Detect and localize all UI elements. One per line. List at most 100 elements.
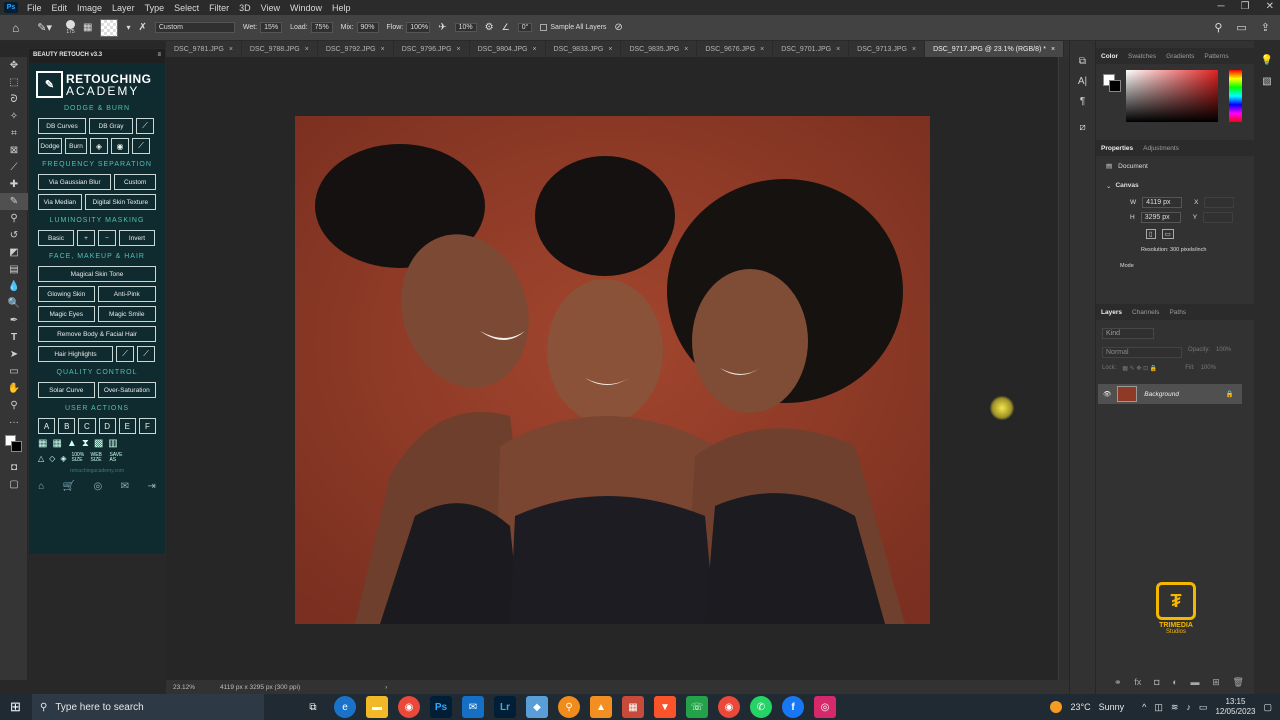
instagram-icon[interactable]: ◎ — [814, 696, 836, 718]
status-chevron-icon[interactable]: › — [385, 684, 387, 691]
mountain-icon[interactable]: ▲ — [67, 438, 77, 449]
eraser-tool-icon[interactable]: ◩ — [0, 244, 28, 261]
home-icon[interactable]: ⌂ — [12, 21, 19, 35]
vlc-icon[interactable]: ▲ — [590, 696, 612, 718]
pressure-icon[interactable]: ⊘ — [614, 22, 622, 33]
clean-brush-icon[interactable]: ✗ — [138, 22, 146, 33]
tab-patterns[interactable]: Patterns — [1199, 53, 1233, 60]
dodge-tool-icon[interactable]: 🔍 — [0, 295, 28, 312]
background-color[interactable] — [11, 441, 22, 452]
eyedropper-tool-icon[interactable]: ⟋ — [0, 159, 28, 176]
hair-highlights-button[interactable]: Hair Highlights — [38, 346, 113, 362]
brush-settings-icon[interactable]: ⧄ — [1070, 117, 1095, 137]
menu-file[interactable]: File — [22, 3, 47, 13]
fill-field[interactable]: 100% — [1201, 365, 1216, 372]
zoom-level[interactable]: 23.12% — [173, 684, 195, 691]
task-view-icon[interactable]: ⧉ — [302, 696, 324, 718]
vertical-scrollbar[interactable] — [1058, 57, 1069, 680]
cart-icon[interactable]: 🛒 — [63, 481, 75, 492]
hue-slider[interactable] — [1229, 70, 1242, 122]
diamond-icon[interactable]: ◇ — [49, 454, 55, 463]
tab-channels[interactable]: Channels — [1127, 309, 1164, 316]
marquee-tool-icon[interactable]: ⬚ — [0, 74, 28, 91]
layer-filter-kind[interactable]: Kind — [1102, 328, 1154, 339]
academy-url[interactable]: retouchingacademy.com — [29, 468, 165, 474]
via-gaussian-blur-button[interactable]: Via Gaussian Blur — [38, 174, 112, 190]
smoothing-field[interactable]: 10% — [454, 23, 477, 32]
db-curves-button[interactable]: DB Curves — [38, 118, 86, 134]
more-tools-icon[interactable]: ··· — [0, 414, 28, 431]
quick-select-tool-icon[interactable]: ✧ — [0, 108, 28, 125]
tab-document[interactable]: DSC_9713.JPG × — [849, 41, 926, 57]
share-icon[interactable]: ⇪ — [1261, 21, 1270, 34]
close-tab-icon[interactable]: × — [1051, 46, 1055, 53]
whatsapp-icon[interactable]: ✆ — [750, 696, 772, 718]
menu-type[interactable]: Type — [140, 3, 170, 13]
layers-stack-icon[interactable]: ◈ — [60, 454, 66, 463]
user-action-c[interactable]: C — [78, 418, 96, 434]
layer-row-background[interactable]: 👁 Background 🔒 — [1098, 384, 1242, 404]
save-as-button[interactable]: SAVE AS — [109, 453, 123, 463]
network-icon[interactable]: ◫ — [1154, 702, 1163, 713]
user-action-e[interactable]: E — [118, 418, 136, 434]
glowing-skin-button[interactable]: Glowing Skin — [38, 286, 95, 302]
tab-color[interactable]: Color — [1096, 53, 1123, 60]
tab-gradients[interactable]: Gradients — [1161, 53, 1199, 60]
windows-start-icon[interactable]: ⊞ — [10, 699, 21, 715]
weather-sun-icon[interactable] — [1050, 701, 1063, 713]
user-action-b[interactable]: B — [58, 418, 76, 434]
tab-swatches[interactable]: Swatches — [1123, 53, 1161, 60]
flow-control[interactable]: Flow: 100% — [387, 22, 431, 33]
move-tool-icon[interactable]: ✥ — [0, 57, 28, 74]
path-select-tool-icon[interactable]: ➤ — [0, 346, 28, 363]
flow-field[interactable]: 100% — [406, 22, 431, 33]
brush-tool-icon[interactable]: ✎ — [0, 193, 28, 210]
tab-document-active[interactable]: DSC_9717.JPG @ 23.1% (RGB/8) * × — [925, 41, 1065, 57]
brush-settings-icon[interactable]: ▦ — [83, 22, 92, 33]
load-swatch[interactable] — [100, 18, 119, 37]
sample-all-layers[interactable]: Sample All Layers — [540, 24, 606, 31]
color-picker-field[interactable] — [1126, 70, 1218, 122]
document-canvas-image[interactable] — [295, 116, 930, 624]
sample-all-layers-checkbox[interactable] — [540, 24, 548, 31]
x-field[interactable] — [1204, 197, 1235, 208]
crop-tool-icon[interactable]: ⌗ — [0, 125, 28, 142]
trash-icon[interactable]: 🗑 — [1232, 677, 1243, 688]
close-tab-icon[interactable]: × — [457, 46, 461, 53]
mixer-brush-icon[interactable]: ✎▾ — [37, 21, 52, 34]
screen-mode-icon[interactable]: ▢ — [0, 476, 28, 493]
file-explorer-icon[interactable]: ▬ — [366, 696, 388, 718]
brush-icon[interactable]: ⟋ — [136, 118, 154, 134]
exit-icon[interactable]: ⇥ — [147, 481, 155, 492]
quick-mask-icon[interactable]: ◘ — [0, 459, 28, 476]
wet-control[interactable]: Wet: 15% — [243, 22, 283, 33]
edge-icon[interactable]: e — [334, 696, 356, 718]
user-action-d[interactable]: D — [98, 418, 116, 434]
libraries-icon[interactable]: ▧ — [1254, 76, 1280, 87]
brush-icon[interactable]: ⟋ — [137, 346, 155, 362]
facebook-icon[interactable]: f — [782, 696, 804, 718]
color-swatches-icon[interactable] — [0, 431, 28, 459]
digital-skin-texture-button[interactable]: Digital Skin Texture — [84, 194, 156, 210]
folder-icon[interactable]: ▬ — [1190, 677, 1199, 688]
magical-skin-tone-button[interactable]: Magical Skin Tone — [38, 266, 156, 282]
brush-preset-picker[interactable]: 175 — [66, 20, 75, 35]
layers-icon[interactable]: ◈ — [90, 138, 108, 154]
lock-icons[interactable]: ▦ ✎ ✥ ⊡ 🔒 — [1122, 365, 1157, 372]
close-tab-icon[interactable]: × — [532, 46, 536, 53]
bank-icon[interactable]: ⌂ — [38, 481, 44, 492]
history-icon[interactable]: ⧉ — [1070, 51, 1095, 71]
fx-icon[interactable]: fx — [1134, 677, 1141, 688]
user-action-f[interactable]: F — [138, 418, 157, 434]
tab-properties[interactable]: Properties — [1096, 145, 1138, 152]
user-action-a[interactable]: A — [38, 418, 56, 434]
phone-icon[interactable]: ☏ — [686, 696, 708, 718]
size-100-button[interactable]: 100% SIZE — [71, 453, 85, 463]
taskbar-search[interactable]: ⚲ Type here to search — [32, 694, 264, 720]
remove-body-facial-hair-button[interactable]: Remove Body & Facial Hair — [38, 326, 156, 342]
dodge-button[interactable]: Dodge — [38, 138, 62, 154]
search-app-icon[interactable]: ⚲ — [558, 696, 580, 718]
over-saturation-button[interactable]: Over-Saturation — [97, 382, 156, 398]
layer-name[interactable]: Background — [1144, 391, 1226, 398]
lasso-tool-icon[interactable]: ᘐ — [0, 91, 28, 108]
